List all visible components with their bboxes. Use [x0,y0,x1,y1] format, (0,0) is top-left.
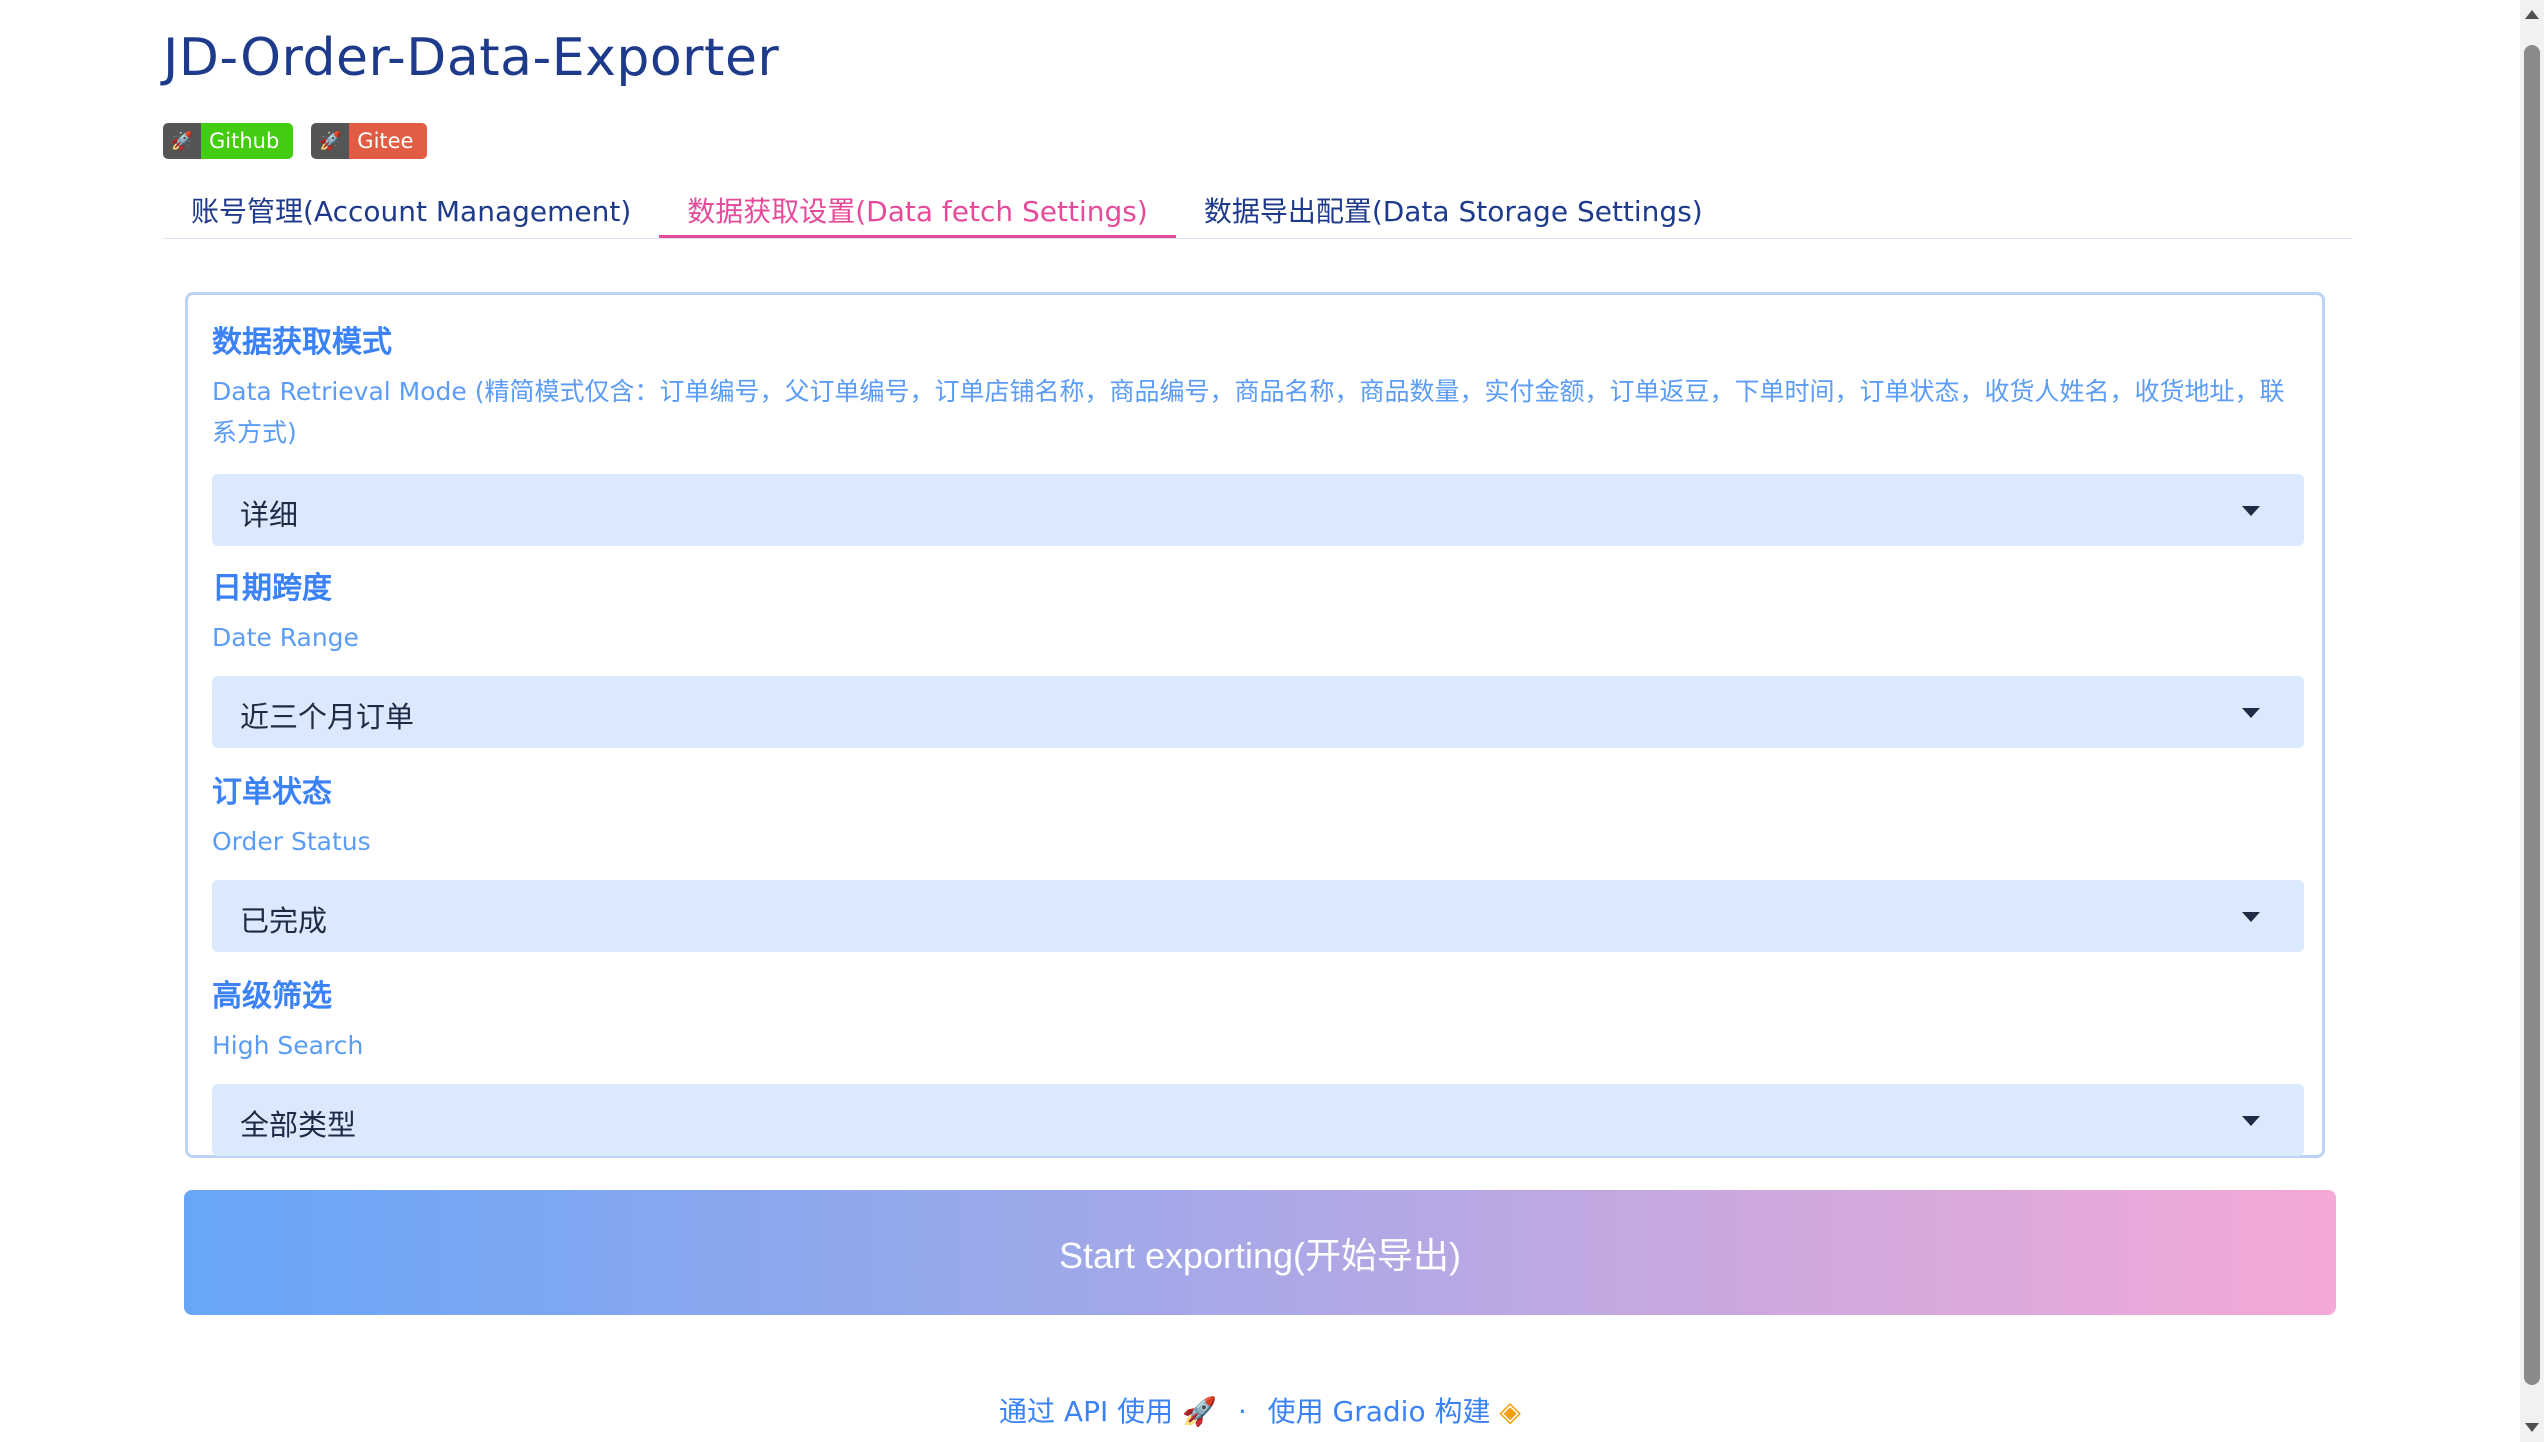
rocket-icon: 🚀 [311,123,350,159]
order-status-info: Order Status [212,827,371,856]
high-search-value: 全部类型 [240,1108,357,1142]
high-search-label: 高级筛选 [212,979,332,1014]
order-status-value: 已完成 [240,904,328,938]
date-range-field: 日期跨度 Date Range 近三个月订单 [212,563,2304,748]
order-status-label: 订单状态 [212,775,332,810]
date-range-info: Date Range [212,623,359,652]
retrieval-mode-field: 数据获取模式 Data Retrieval Mode (精简模式仅含：订单编号，… [212,317,2304,546]
rocket-icon: 🚀 [163,123,201,159]
settings-panel: 数据获取模式 Data Retrieval Mode (精简模式仅含：订单编号，… [185,292,2325,1158]
tab-data-storage-settings[interactable]: 数据导出配置(Data Storage Settings) [1176,178,1731,236]
retrieval-mode-label: 数据获取模式 [212,325,392,360]
gradio-link-label: 使用 Gradio 构建 [1267,1395,1491,1428]
chevron-down-icon [2242,1116,2260,1126]
scroll-down-icon[interactable] [2525,1423,2539,1432]
gitee-badge-label: Gitee [349,123,428,159]
tab-data-fetch-settings[interactable]: 数据获取设置(Data fetch Settings) [659,178,1176,238]
chevron-down-icon [2242,708,2260,718]
tab-bar: 账号管理(Account Management) 数据获取设置(Data fet… [163,178,2353,239]
api-link-label: 通过 API 使用 [999,1395,1174,1428]
scrollbar-thumb[interactable] [2524,45,2540,1385]
api-link[interactable]: 通过 API 使用 🚀 [999,1395,1217,1428]
date-range-label: 日期跨度 [212,571,332,606]
chevron-down-icon [2242,912,2260,922]
chevron-down-icon [2242,506,2260,516]
rocket-icon: 🚀 [1182,1395,1217,1428]
app-page: JD-Order-Data-Exporter 🚀 Github 🚀 Gitee … [0,0,2520,1442]
footer: 通过 API 使用 🚀 · 使用 Gradio 构建 ◈ [0,1390,2520,1430]
retrieval-mode-select[interactable]: 详细 [212,474,2304,546]
retrieval-mode-info: Data Retrieval Mode (精简模式仅含：订单编号，父订单编号，订… [212,377,2285,447]
date-range-value: 近三个月订单 [240,700,415,734]
gitee-badge[interactable]: 🚀 Gitee [311,123,428,159]
vertical-scrollbar[interactable] [2520,0,2544,1442]
gradio-logo-icon: ◈ [1499,1395,1521,1428]
order-status-field: 订单状态 Order Status 已完成 [212,767,2304,952]
high-search-info: High Search [212,1031,364,1060]
order-status-select[interactable]: 已完成 [212,880,2304,952]
high-search-select[interactable]: 全部类型 [212,1084,2304,1156]
date-range-select[interactable]: 近三个月订单 [212,676,2304,748]
app-title: JD-Order-Data-Exporter [163,28,780,88]
badge-row: 🚀 Github 🚀 Gitee [163,123,428,159]
high-search-field: 高级筛选 High Search 全部类型 [212,971,2304,1156]
footer-separator: · [1237,1395,1247,1428]
start-exporting-button[interactable]: Start exporting(开始导出) [184,1190,2336,1315]
gradio-link[interactable]: 使用 Gradio 构建 ◈ [1268,1395,1521,1428]
retrieval-mode-value: 详细 [240,498,299,532]
tab-account-management[interactable]: 账号管理(Account Management) [163,178,659,236]
scroll-up-icon[interactable] [2525,10,2539,19]
github-badge[interactable]: 🚀 Github [163,123,294,159]
github-badge-label: Github [201,123,294,159]
